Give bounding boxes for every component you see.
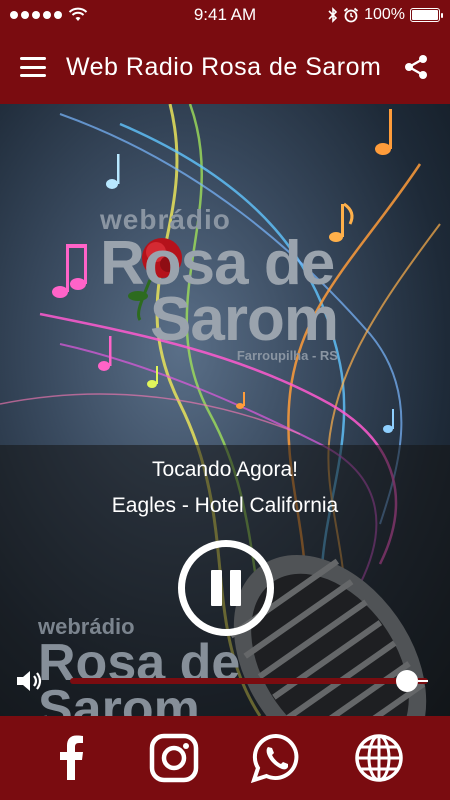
signal-dots-icon <box>10 11 62 19</box>
instagram-icon[interactable] <box>148 732 200 784</box>
globe-icon[interactable] <box>353 732 405 784</box>
logo-line1: Rosa de <box>100 229 335 298</box>
pause-button[interactable] <box>178 540 274 636</box>
volume-remaining <box>418 680 428 682</box>
battery-percent: 100% <box>364 6 405 23</box>
status-right: 100% <box>328 6 443 24</box>
hamburger-menu-icon[interactable] <box>20 57 46 77</box>
logo-line2: Sarom <box>150 285 339 354</box>
social-footer <box>0 716 450 800</box>
bluetooth-icon <box>328 7 338 23</box>
volume-slider[interactable] <box>70 670 428 692</box>
track-title: Eagles - Hotel California <box>111 494 339 517</box>
share-icon[interactable] <box>402 53 430 81</box>
speaker-icon[interactable] <box>14 666 44 696</box>
station-artwork: webrádio Rosa de Sarom Farroupilha - RS … <box>0 104 450 716</box>
whatsapp-icon[interactable] <box>250 732 302 784</box>
now-playing-label: Tocando Agora! <box>152 458 298 481</box>
volume-control <box>14 666 436 696</box>
app-header: Web Radio Rosa de Sarom <box>0 30 450 104</box>
wifi-icon <box>68 7 88 21</box>
status-left <box>10 7 88 23</box>
status-bar: 9:41 AM 100% <box>0 0 450 30</box>
volume-knob[interactable] <box>396 670 418 692</box>
battery-icon <box>410 8 443 22</box>
facebook-icon[interactable] <box>45 732 97 784</box>
alarm-icon <box>344 7 359 23</box>
pause-icon <box>211 570 222 606</box>
station-logo: webrádio Rosa de Sarom Farroupilha - RS <box>100 204 339 363</box>
app-title: Web Radio Rosa de Sarom <box>66 52 382 81</box>
